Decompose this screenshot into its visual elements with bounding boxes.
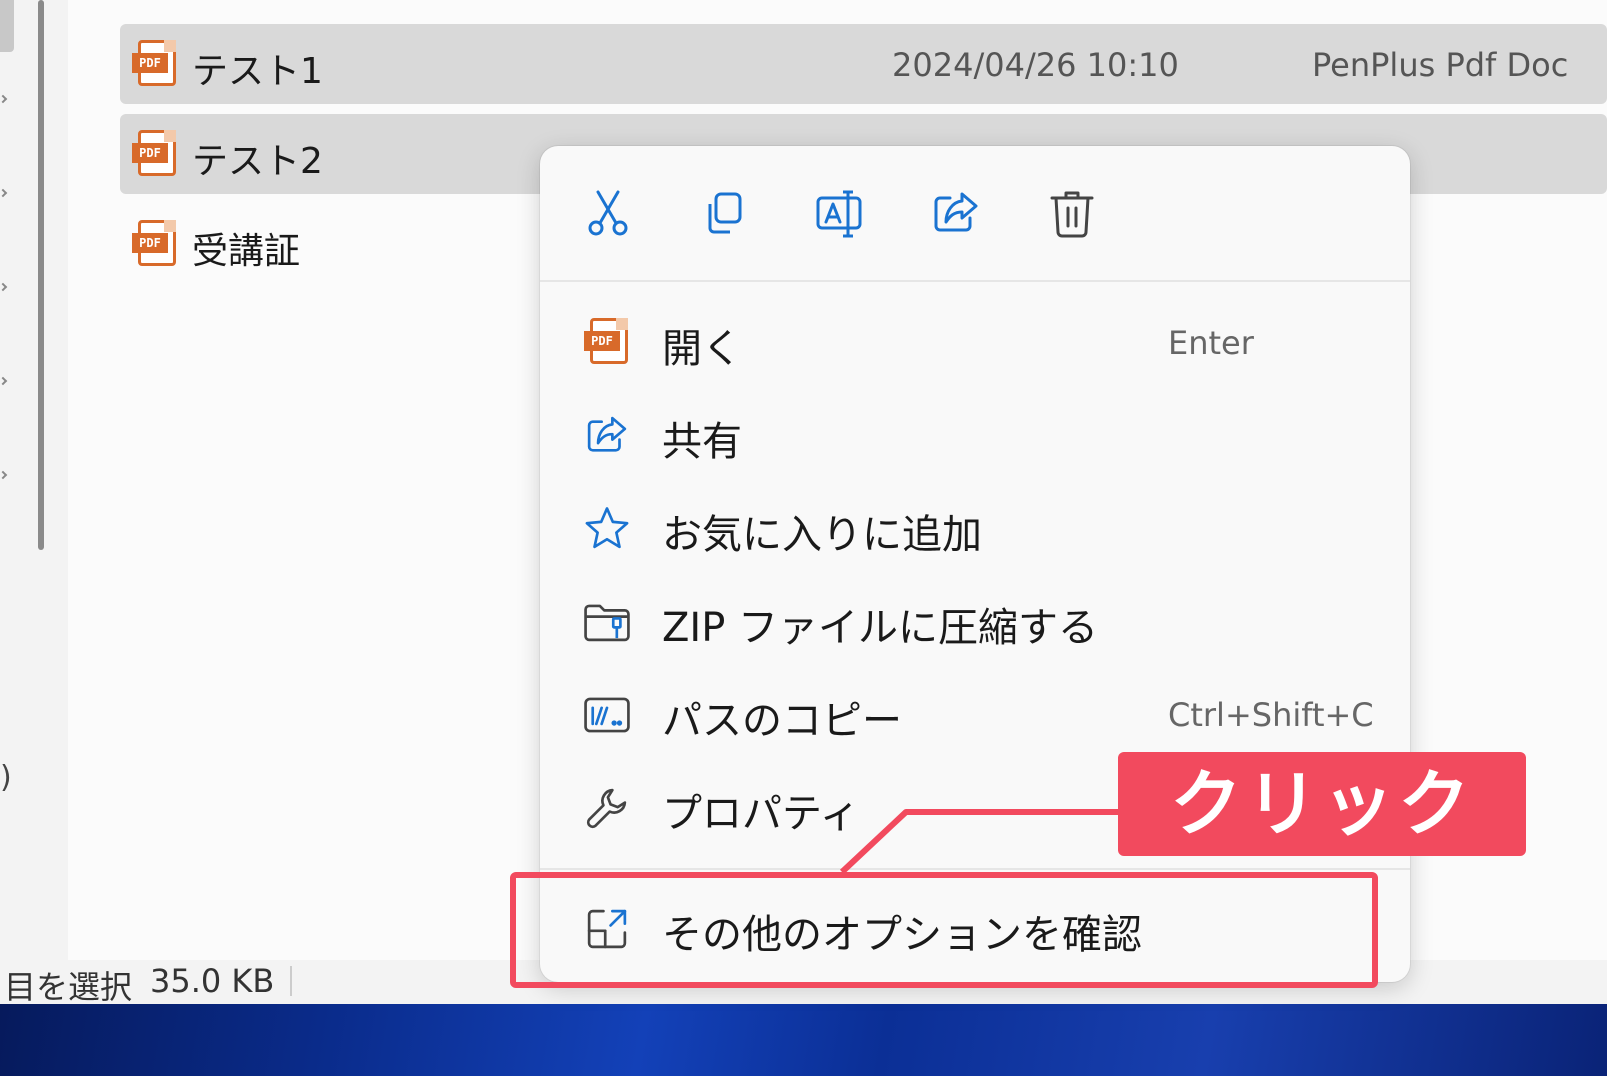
menu-item-copy-path[interactable]: パスのコピー Ctrl+Shift+C [540, 668, 1410, 760]
menu-item-open[interactable]: PDF 開く Enter [540, 296, 1410, 388]
callout-label: クリック [1118, 752, 1526, 856]
copy-button[interactable] [696, 186, 752, 242]
file-name: テスト2 [192, 141, 323, 182]
menu-item-shortcut: Ctrl+Shift+C [1168, 696, 1374, 734]
status-selection: 目を選択 [4, 968, 133, 1006]
menu-item-label: 開く [662, 326, 742, 372]
path-copy-icon [582, 690, 632, 740]
file-row[interactable]: PDF テスト1 2024/04/26 10:10 PenPlus Pdf Do… [120, 24, 1607, 104]
share-button[interactable] [928, 186, 984, 242]
trash-icon [1050, 191, 1094, 238]
menu-item-label: プロパティ [662, 791, 860, 837]
chevron-right-icon[interactable] [0, 94, 8, 104]
menu-divider [540, 868, 1410, 870]
nav-scrollbar-thumb[interactable] [0, 0, 14, 52]
menu-item-compress-zip[interactable]: ZIP ファイルに圧縮する [540, 575, 1410, 667]
share-icon [582, 411, 632, 461]
context-menu: PDF 開く Enter 共有 お気に入りに追加 ZIP ファイルに圧縮する パ… [540, 146, 1410, 982]
rename-button[interactable] [812, 186, 868, 242]
chevron-right-icon[interactable] [0, 470, 8, 480]
navigation-pane: ) [0, 0, 68, 960]
nav-scrollbar[interactable] [38, 0, 44, 550]
wrench-icon [582, 783, 632, 833]
menu-item-share[interactable]: 共有 [540, 389, 1410, 481]
delete-button[interactable] [1044, 186, 1100, 242]
taskbar [0, 1004, 1607, 1076]
pdf-file-icon: PDF [132, 220, 176, 268]
menu-item-label: 共有 [662, 419, 742, 465]
chevron-right-icon[interactable] [0, 282, 8, 292]
menu-item-label: お気に入りに追加 [662, 512, 982, 558]
menu-item-label: ZIP ファイルに圧縮する [662, 605, 1099, 651]
status-size: 35.0 KB [150, 962, 275, 1000]
cut-button[interactable] [580, 186, 636, 242]
menu-item-label: パスのコピー [662, 698, 902, 744]
chevron-right-icon[interactable] [0, 188, 8, 198]
scissors-icon [588, 190, 628, 236]
chevron-right-icon[interactable] [0, 376, 8, 386]
file-date: 2024/04/26 10:10 [892, 46, 1179, 84]
context-menu-toolbar [540, 146, 1410, 282]
pdf-icon: PDF [582, 318, 632, 368]
pdf-file-icon: PDF [132, 130, 176, 178]
rename-icon [816, 190, 862, 238]
copy-icon [708, 192, 742, 234]
nav-item-fragment: ) [0, 760, 12, 795]
pdf-file-icon: PDF [132, 40, 176, 88]
file-name: 受講証 [192, 231, 301, 272]
star-icon [582, 504, 632, 554]
menu-item-shortcut: Enter [1168, 324, 1254, 362]
status-separator [290, 966, 292, 996]
share-icon [934, 192, 978, 232]
file-type: PenPlus Pdf Doc [1312, 46, 1569, 84]
highlight-box [510, 872, 1378, 988]
menu-item-add-favorite[interactable]: お気に入りに追加 [540, 482, 1410, 574]
file-name: テスト1 [192, 51, 323, 92]
zip-folder-icon [582, 597, 632, 647]
